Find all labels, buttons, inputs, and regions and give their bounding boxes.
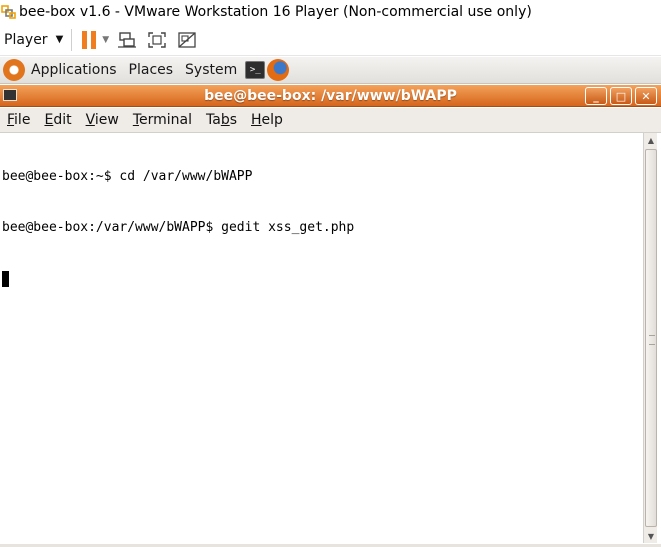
- vmware-toolbar: Player ▼ ▼: [0, 24, 661, 56]
- terminal-line: bee@bee-box:~$ cd /var/www/bWAPP: [2, 169, 253, 184]
- text-cursor: [2, 271, 9, 287]
- scroll-up-arrow-icon[interactable]: ▲: [644, 133, 658, 147]
- firefox-launcher-icon[interactable]: [267, 59, 290, 81]
- terminal-menubar: File Edit View Terminal Tabs Help: [0, 108, 661, 133]
- minimize-icon: _: [593, 89, 599, 103]
- maximize-icon: □: [615, 89, 627, 103]
- terminal-line: bee@bee-box:/var/www/bWAPP$ gedit xss_ge…: [2, 220, 355, 235]
- window-title: bee-box v1.6 - VMware Workstation 16 Pla…: [19, 4, 532, 20]
- terminal-launcher-glyph: >_: [249, 65, 261, 75]
- send-ctrl-alt-del-button[interactable]: [117, 26, 137, 54]
- fullscreen-icon: [148, 31, 166, 48]
- fullscreen-button[interactable]: [147, 26, 167, 54]
- terminal-launcher-icon[interactable]: >_: [245, 61, 266, 79]
- terminal-prompt-line: [2, 270, 641, 287]
- ubuntu-logo-icon: [3, 59, 25, 81]
- window-controls: _ □ ✕: [585, 87, 657, 105]
- system-menu-label: System: [185, 62, 238, 78]
- terminal-output[interactable]: bee@bee-box:~$ cd /var/www/bWAPP bee@bee…: [0, 133, 641, 543]
- menu-help[interactable]: Help: [243, 112, 289, 128]
- places-menu-label: Places: [128, 62, 174, 78]
- terminal-window: bee@bee-box: /var/www/bWAPP _ □ ✕ File E…: [0, 85, 661, 547]
- scroll-down-arrow-icon[interactable]: ▼: [644, 529, 658, 543]
- unity-icon: [178, 31, 196, 48]
- applications-menu-label: Applications: [31, 62, 117, 78]
- terminal-window-icon[interactable]: [3, 89, 17, 101]
- caret-down-icon: ▼: [55, 34, 64, 45]
- scrollbar-thumb[interactable]: [645, 149, 657, 527]
- pause-icon: [82, 30, 97, 49]
- terminal-title: bee@bee-box: /var/www/bWAPP: [204, 87, 457, 104]
- maximize-button[interactable]: □: [610, 87, 632, 105]
- close-button[interactable]: ✕: [635, 87, 657, 105]
- vmware-titlebar: bee-box v1.6 - VMware Workstation 16 Pla…: [0, 0, 661, 24]
- minimize-button[interactable]: _: [585, 87, 607, 105]
- menu-file[interactable]: File: [0, 112, 36, 128]
- toolbar-divider: [71, 28, 73, 51]
- close-icon: ✕: [641, 89, 651, 103]
- send-ctrl-alt-del-icon: [118, 31, 137, 48]
- unity-button[interactable]: [177, 26, 197, 54]
- pause-button[interactable]: ▼: [82, 26, 117, 54]
- menu-edit[interactable]: Edit: [36, 112, 77, 128]
- caret-down-icon[interactable]: ▼: [102, 35, 109, 45]
- player-menu-button[interactable]: Player ▼: [0, 26, 69, 54]
- menu-tabs[interactable]: Tabs: [198, 112, 243, 128]
- gnome-top-panel: Applications Places System >_: [0, 57, 661, 84]
- scrollbar-grip: [649, 335, 655, 345]
- terminal-scrollbar[interactable]: ▲ ▼: [643, 133, 657, 543]
- places-menu[interactable]: Places: [123, 57, 180, 84]
- menu-view[interactable]: View: [78, 112, 125, 128]
- terminal-titlebar[interactable]: bee@bee-box: /var/www/bWAPP _ □ ✕: [0, 85, 661, 107]
- player-menu-label: Player: [4, 31, 48, 48]
- menu-terminal[interactable]: Terminal: [125, 112, 198, 128]
- applications-menu[interactable]: Applications: [0, 57, 123, 84]
- vmware-logo-icon: [1, 4, 17, 20]
- system-menu[interactable]: System: [179, 57, 243, 84]
